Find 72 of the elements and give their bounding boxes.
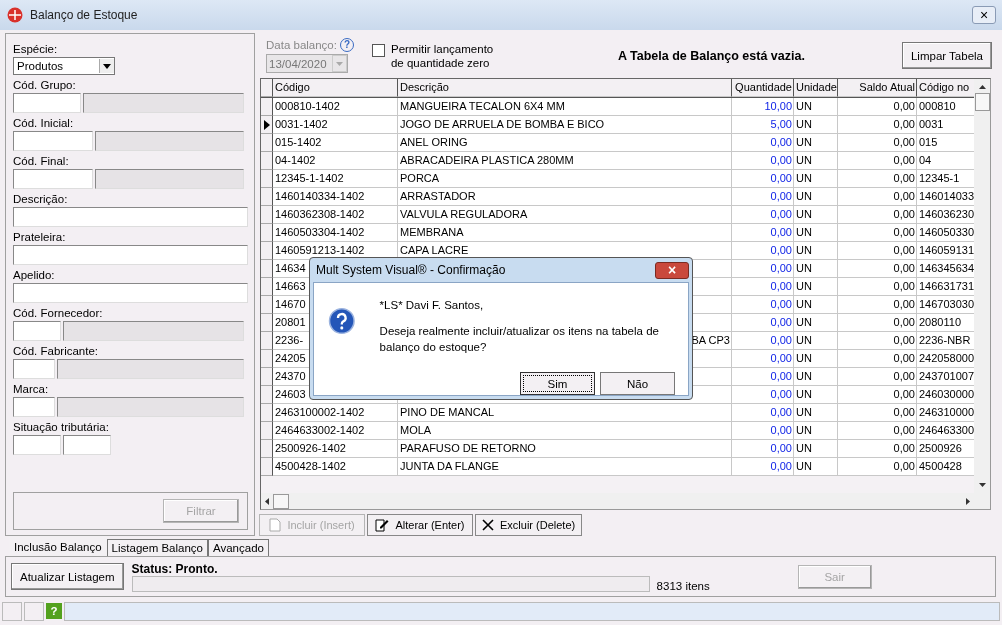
code-field[interactable] [13,169,93,189]
field-label: Prateleira: [13,230,67,245]
right-arrow-icon[interactable] [966,497,970,505]
text-field[interactable] [13,245,248,265]
dialog-button[interactable]: Não [600,372,675,395]
tab[interactable]: Listagem Balanço [106,539,208,557]
status-bar-panel [24,601,44,621]
field-label: Cód. Fabricante: [13,344,99,359]
field-label: Descrição: [13,192,69,207]
column-header[interactable]: Quantidade [732,79,794,97]
field-label: Cód. Fornecedor: [13,306,104,321]
name-field[interactable] [63,321,244,341]
text-field[interactable] [13,207,248,227]
code-field[interactable] [13,131,93,151]
status-bar-panel [2,601,22,621]
field-label: Cód. Final: [13,154,70,169]
close-button[interactable]: × [972,6,996,24]
scroll-thumb[interactable] [273,493,289,509]
dialog-button[interactable]: Sim [520,372,595,395]
date-label: Data balanço: [266,39,337,51]
name-field[interactable] [57,359,244,379]
code-field[interactable] [13,359,55,379]
field-label: Cód. Grupo: [13,78,77,93]
action-button[interactable]: Alterar (Enter) [367,514,473,536]
zero-quantity-checkbox[interactable]: Permitir lançamento de quantidade zero [371,41,503,70]
caret-icon [103,63,111,69]
action-button[interactable]: Excluir (Delete) [475,514,583,536]
down-arrow-icon[interactable] [978,483,986,487]
field-label: Marca: [13,382,50,397]
table-cell: 0,00 [732,458,794,476]
document-icon [269,518,282,532]
x-icon [482,519,494,531]
name-field[interactable] [83,93,244,113]
window-title: Balanço de Estoque [30,8,139,22]
column-header[interactable]: Código [273,79,398,97]
horizontal-scrollbar[interactable] [261,493,990,509]
name-field[interactable] [57,397,244,417]
tab[interactable]: Avançado [208,539,269,557]
close-button[interactable]: × [655,261,689,279]
table-cell: JUNTA DA FLANGE [398,458,732,476]
field-label: Situação tributária: [13,420,110,435]
field-label: Cód. Inicial: [13,116,75,131]
caret-icon [336,61,343,66]
field-label: Espécie: [13,42,59,57]
empty-table-message: A Tabela de Balanço está vazia. [617,48,806,63]
code-field[interactable] [13,397,55,417]
up-arrow-icon[interactable] [978,85,986,89]
table-cell: UN [794,458,838,476]
column-header[interactable]: Descrição [398,79,732,97]
app-logo-icon [6,7,24,23]
pencil-document-icon [375,518,390,532]
left-arrow-icon[interactable] [265,497,269,505]
scroll-thumb[interactable] [974,93,990,111]
refresh-list-button[interactable]: Atualizar Listagem [11,563,124,591]
code-field[interactable] [63,435,111,455]
name-field[interactable] [95,131,244,151]
code-field[interactable] [13,435,61,455]
vertical-scrollbar[interactable] [974,79,990,493]
code-field[interactable] [13,321,61,341]
field-label: Apelido: [13,268,56,283]
code-field[interactable] [13,93,81,113]
status-text: Status: Pronto. [131,561,219,576]
name-field[interactable] [95,169,244,189]
species-dropdown[interactable]: Produtos [13,57,115,75]
table-cell: 4500428-1402 [273,458,398,476]
item-count: 8313 itens [656,579,710,592]
column-header[interactable]: Unidade [794,79,838,97]
clear-table-button[interactable]: Limpar Tabela [901,42,992,69]
current-row-icon [263,119,270,130]
text-field[interactable] [13,283,248,303]
column-header[interactable]: Saldo Atual [838,79,917,97]
table-cell: 0,00 [838,458,917,476]
